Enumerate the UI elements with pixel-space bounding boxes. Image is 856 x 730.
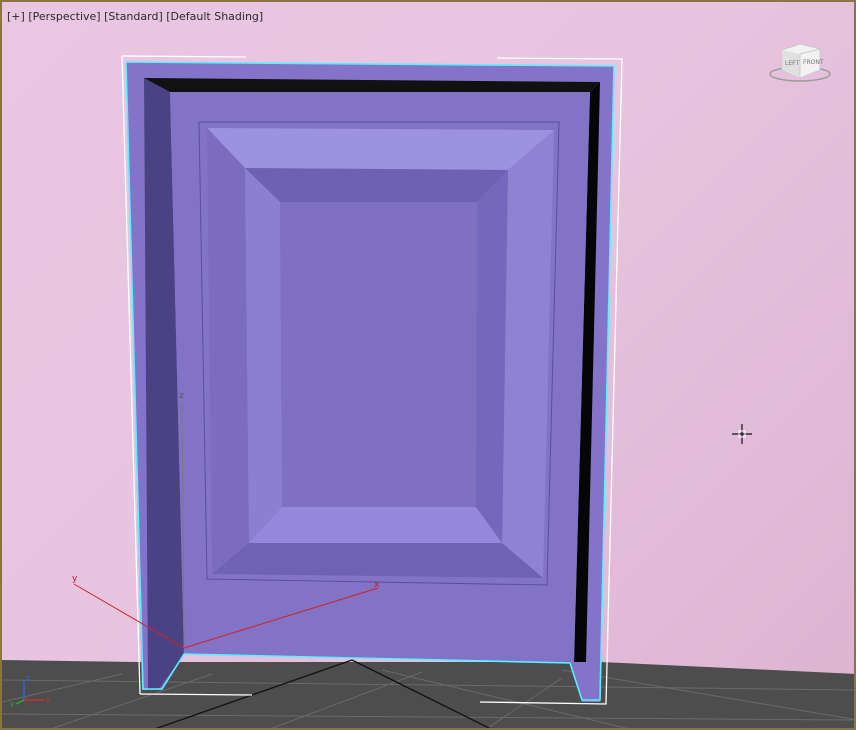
viewcube-front-face[interactable]: FRONT xyxy=(803,59,824,66)
gizmo-x-label: x xyxy=(374,580,380,590)
panel-inner-bevel-bottom xyxy=(249,507,502,543)
mini-axis-y-label: y xyxy=(10,700,14,708)
panel-bevel-bottom xyxy=(212,543,543,578)
panel-bevel-left xyxy=(207,128,249,574)
viewport-menu-button[interactable]: [+] xyxy=(7,10,25,23)
axis-tripod-icon: z x y xyxy=(10,674,50,708)
move-crosshair-icon xyxy=(732,424,752,444)
viewport-render-mode-label[interactable]: [Standard] xyxy=(104,10,163,23)
gizmo-y-label: y xyxy=(72,574,78,584)
panel-inner-bevel-top xyxy=(245,168,508,202)
panel-bevel-top xyxy=(207,128,554,170)
scene-canvas[interactable] xyxy=(2,2,856,730)
viewport-point-of-view-label[interactable]: [Perspective] xyxy=(28,10,100,23)
gizmo-z-label: z xyxy=(179,391,184,401)
panel-inner-bevel-left xyxy=(245,168,282,543)
viewcube-icon[interactable]: LEFT FRONT xyxy=(768,40,834,86)
mini-axis-z-label: z xyxy=(26,674,30,682)
viewport-label-bar: [+] [Perspective] [Standard] [Default Sh… xyxy=(7,10,263,23)
panel-field xyxy=(280,202,477,507)
viewcube-left-face[interactable]: LEFT xyxy=(785,60,799,67)
mini-axis-x-label: x xyxy=(46,696,50,704)
perspective-viewport[interactable]: y x z [+] [Perspective] [Standard] [Defa… xyxy=(0,0,856,730)
viewport-shading-label[interactable]: [Default Shading] xyxy=(166,10,263,23)
